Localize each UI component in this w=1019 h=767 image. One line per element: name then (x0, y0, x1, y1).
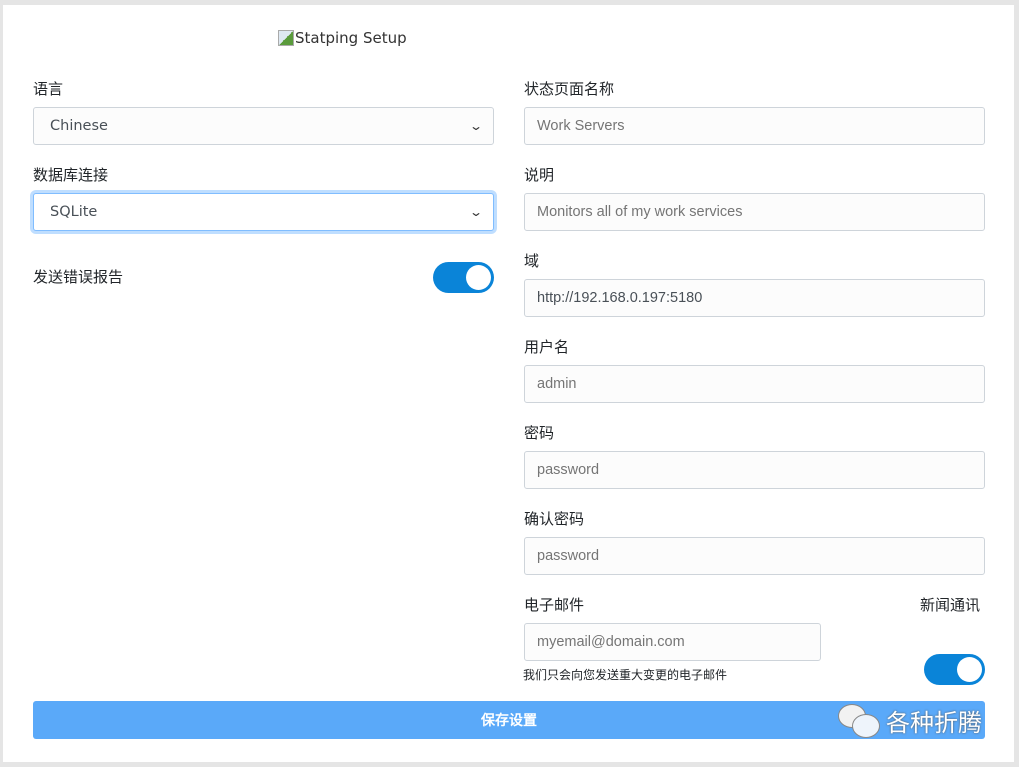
database-value: SQLite (50, 204, 98, 220)
confirm-password-label: 确认密码 (524, 510, 585, 528)
database-label: 数据库连接 (33, 166, 109, 184)
chevron-down-icon: ⌄ (468, 205, 484, 219)
logo-alt-text: Statping Setup (295, 29, 407, 47)
confirm-password-input[interactable] (524, 537, 985, 575)
language-label: 语言 (33, 80, 64, 98)
domain-label: 域 (524, 252, 540, 270)
email-input[interactable] (524, 623, 821, 661)
email-help-text: 我们只会向您发送重大变更的电子邮件 (523, 668, 728, 682)
database-select[interactable]: SQLite ⌄ (33, 193, 494, 231)
newsletter-label: 新闻通讯 (920, 596, 981, 614)
project-name-input[interactable] (524, 107, 985, 145)
statping-logo: Statping Setup (278, 29, 407, 47)
toggle-knob (957, 657, 982, 682)
description-label: 说明 (524, 166, 555, 184)
language-value: Chinese (50, 118, 108, 134)
domain-input[interactable] (524, 279, 985, 317)
toggle-knob (466, 265, 491, 290)
username-input[interactable] (524, 365, 985, 403)
username-label: 用户名 (524, 338, 570, 356)
chevron-down-icon: ⌄ (468, 119, 484, 133)
email-label: 电子邮件 (524, 596, 585, 614)
password-input[interactable] (524, 451, 985, 489)
watermark: 各种折腾 (838, 703, 982, 738)
watermark-text: 各种折腾 (886, 709, 982, 737)
wechat-icon (838, 703, 880, 738)
broken-image-icon (278, 30, 294, 46)
newsletter-toggle[interactable] (924, 654, 985, 685)
project-label: 状态页面名称 (524, 80, 615, 98)
error-reports-label: 发送错误报告 (33, 268, 124, 286)
description-input[interactable] (524, 193, 985, 231)
language-select[interactable]: Chinese ⌄ (33, 107, 494, 145)
error-reports-toggle[interactable] (433, 262, 494, 293)
password-label: 密码 (524, 424, 555, 442)
